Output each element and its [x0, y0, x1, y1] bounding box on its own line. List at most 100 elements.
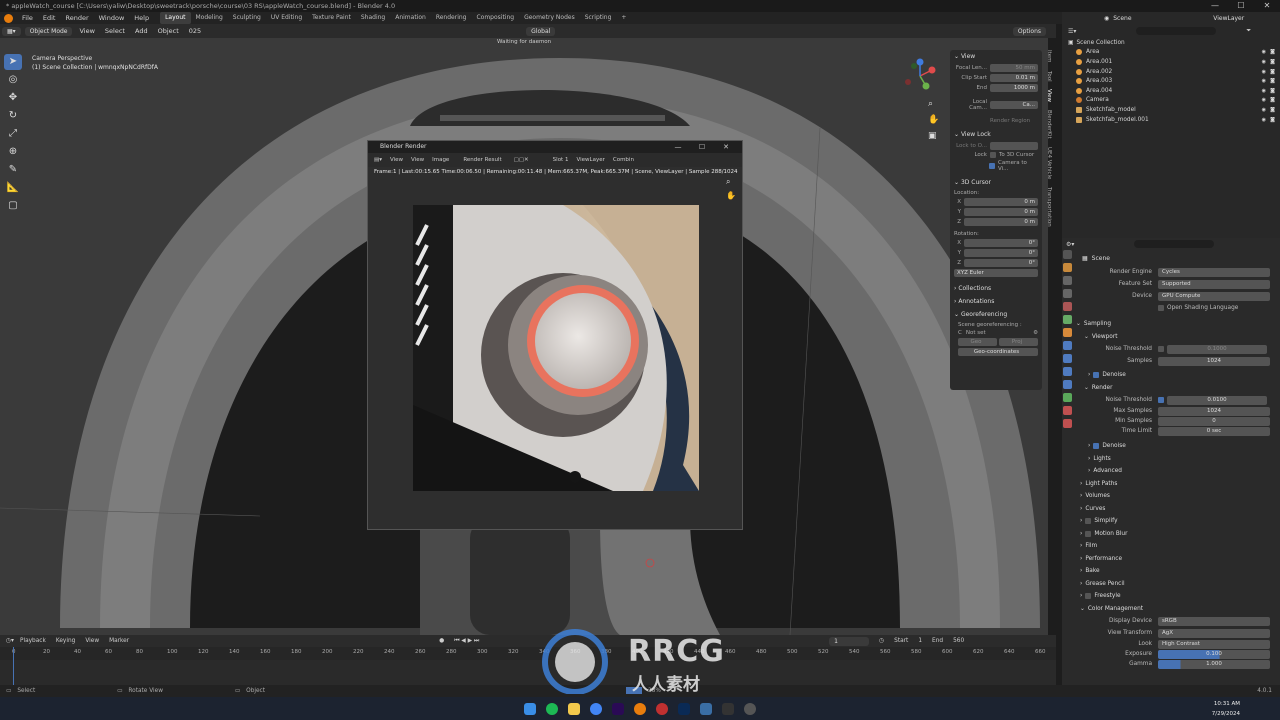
- cursor-loc-y-field[interactable]: 0 m: [964, 208, 1038, 216]
- render-camera-icon[interactable]: ◙: [1270, 69, 1275, 75]
- visibility-eye-icon[interactable]: ◉: [1262, 78, 1266, 84]
- render-engine-dropdown[interactable]: Cycles: [1158, 267, 1270, 277]
- tab-ue4-vehicle[interactable]: UE4 Vehicle: [1046, 147, 1052, 179]
- clip-start-field[interactable]: 0.01 m: [990, 74, 1038, 82]
- render-menu-image[interactable]: Image: [432, 157, 449, 163]
- minimize-button[interactable]: —: [1202, 0, 1228, 12]
- workspace-tab-scripting[interactable]: Scripting: [580, 12, 617, 24]
- workspace-tab-geometry-nodes[interactable]: Geometry Nodes: [519, 12, 580, 24]
- viewlayer-selector[interactable]: ViewLayer: [1213, 15, 1244, 22]
- lock-object-field[interactable]: [990, 142, 1038, 150]
- render-maximize-button[interactable]: ☐: [690, 141, 714, 153]
- grease-pencil-section[interactable]: › Grease Pencil: [1062, 578, 1280, 591]
- tab-blenderkit[interactable]: BlenderKit: [1046, 110, 1052, 139]
- r-denoise-subsection[interactable]: › Denoise: [1062, 440, 1280, 453]
- menu-keying[interactable]: Keying: [56, 638, 75, 644]
- film-section[interactable]: › Film: [1062, 540, 1280, 553]
- render-tab-icon[interactable]: [1063, 263, 1072, 272]
- render-camera-icon[interactable]: ◙: [1270, 117, 1275, 123]
- outliner-search-input[interactable]: [1136, 27, 1217, 35]
- navigation-gizmo[interactable]: [900, 56, 940, 96]
- render-camera-icon[interactable]: ◙: [1270, 88, 1275, 94]
- scene-selector[interactable]: Scene: [1113, 15, 1173, 22]
- min-samples-field[interactable]: 0: [1158, 416, 1270, 426]
- tab-view[interactable]: View: [1046, 89, 1052, 102]
- texture-tab-icon[interactable]: [1063, 419, 1072, 428]
- light-paths-section[interactable]: › Light Paths: [1062, 478, 1280, 491]
- menu-render[interactable]: Render: [60, 12, 93, 24]
- geo-settings-icon[interactable]: ⚙: [1033, 330, 1038, 336]
- particles-tab-icon[interactable]: [1063, 354, 1072, 363]
- premiere-icon[interactable]: [612, 702, 624, 715]
- material-tab-icon[interactable]: [1063, 406, 1072, 415]
- scale-tool-icon[interactable]: ⤢: [4, 126, 22, 142]
- outliner-item-area-001[interactable]: Area.001 ◉ ◙: [1062, 57, 1280, 67]
- maximize-button[interactable]: ☐: [1228, 0, 1254, 12]
- tab-tool[interactable]: Tool: [1046, 71, 1052, 82]
- pan-hand-icon[interactable]: ✋: [928, 112, 939, 128]
- view-lock-section-header[interactable]: ⌄ View Lock: [950, 128, 1042, 141]
- data-tab-icon[interactable]: [1063, 393, 1072, 402]
- local-camera-field[interactable]: Ca...: [990, 101, 1038, 109]
- playback-controls[interactable]: ⏮ ◀ ▶ ⏭: [454, 638, 479, 645]
- menu-file[interactable]: File: [17, 12, 38, 24]
- physics-tab-icon[interactable]: [1063, 367, 1072, 376]
- view-layer-tab-icon[interactable]: [1063, 289, 1072, 298]
- outliner-item-area[interactable]: Area ◉ ◙: [1062, 48, 1280, 58]
- end-frame-field[interactable]: 560: [953, 638, 964, 644]
- sampling-section-header[interactable]: ⌄ Sampling: [1062, 318, 1280, 331]
- osl-checkbox[interactable]: Open Shading Language: [1167, 305, 1238, 311]
- exposure-slider[interactable]: 0.100: [1158, 649, 1270, 659]
- cursor-rot-x-field[interactable]: 0°: [964, 239, 1038, 247]
- properties-editor-icon[interactable]: ⚙▾: [1066, 241, 1074, 248]
- keyframe-record-icon[interactable]: ●: [439, 638, 444, 644]
- menu-playback[interactable]: Playback: [20, 638, 46, 644]
- annotate-tool-icon[interactable]: ✎: [4, 162, 22, 178]
- transform-orientation-dropdown[interactable]: Global: [526, 26, 556, 36]
- render-pass-dropdown[interactable]: Combin: [613, 157, 634, 163]
- advanced-subsection[interactable]: › Advanced: [1062, 465, 1280, 478]
- outliner-item-area-004[interactable]: Area.004 ◉ ◙: [1062, 86, 1280, 96]
- chrome-icon[interactable]: [590, 702, 602, 715]
- feature-set-dropdown[interactable]: Supported: [1158, 279, 1270, 289]
- visibility-eye-icon[interactable]: ◉: [1262, 69, 1266, 75]
- select-box-tool-icon[interactable]: ➤: [4, 54, 22, 70]
- outliner-item-area-002[interactable]: Area.002 ◉ ◙: [1062, 67, 1280, 77]
- geo-button-a[interactable]: Geo: [958, 338, 997, 346]
- 3d-cursor-section-header[interactable]: ⌄ 3D Cursor: [950, 176, 1042, 189]
- preview-range-icon[interactable]: ◷: [879, 638, 884, 644]
- output-tab-icon[interactable]: [1063, 276, 1072, 285]
- render-layer-dropdown[interactable]: ViewLayer: [576, 157, 604, 163]
- render-camera-icon[interactable]: ◙: [1270, 59, 1275, 65]
- rotation-mode-dropdown[interactable]: XYZ Euler: [954, 269, 1038, 277]
- world-tab-icon[interactable]: [1063, 315, 1072, 324]
- geo-coordinates-button[interactable]: Geo-coordinates: [958, 348, 1038, 356]
- editor-type-dropdown[interactable]: ▦▾: [2, 26, 21, 36]
- viewport-subsection-header[interactable]: ⌄ Viewport: [1062, 331, 1280, 344]
- add-cube-tool-icon[interactable]: ▢: [4, 198, 22, 214]
- camera-view-icon[interactable]: ▣: [928, 128, 939, 144]
- workspace-tab-layout[interactable]: Layout: [160, 12, 191, 24]
- workspace-tab-compositing[interactable]: Compositing: [471, 12, 519, 24]
- tool-tab-icon[interactable]: [1063, 250, 1072, 259]
- time-limit-field[interactable]: 0 sec: [1158, 426, 1270, 436]
- gamma-slider[interactable]: 1.000: [1158, 659, 1270, 669]
- vp-samples-field[interactable]: 1024: [1158, 356, 1270, 366]
- scene-selector-icon[interactable]: ◉: [1104, 15, 1109, 22]
- photoshop-icon[interactable]: [678, 702, 690, 715]
- bake-section[interactable]: › Bake: [1062, 565, 1280, 578]
- workspace-tab-sculpting[interactable]: Sculpting: [228, 12, 266, 24]
- freestyle-section[interactable]: › Freestyle: [1062, 590, 1280, 603]
- outliner-editor-icon[interactable]: ☰▾: [1068, 28, 1076, 35]
- menu-timeline-view[interactable]: View: [85, 638, 99, 644]
- render-minimize-button[interactable]: —: [666, 141, 690, 153]
- menu-marker[interactable]: Marker: [109, 638, 129, 644]
- workspace-tab-uv-editing[interactable]: UV Editing: [266, 12, 307, 24]
- object-tab-icon[interactable]: [1063, 328, 1072, 337]
- app-icon-red[interactable]: [656, 702, 668, 715]
- filter-icon[interactable]: ⏷: [1246, 27, 1251, 35]
- render-close-button[interactable]: ✕: [714, 141, 738, 153]
- volumes-section[interactable]: › Volumes: [1062, 490, 1280, 503]
- zoom-icon[interactable]: ⌕: [928, 96, 939, 112]
- render-menu-view-b[interactable]: View: [411, 157, 424, 163]
